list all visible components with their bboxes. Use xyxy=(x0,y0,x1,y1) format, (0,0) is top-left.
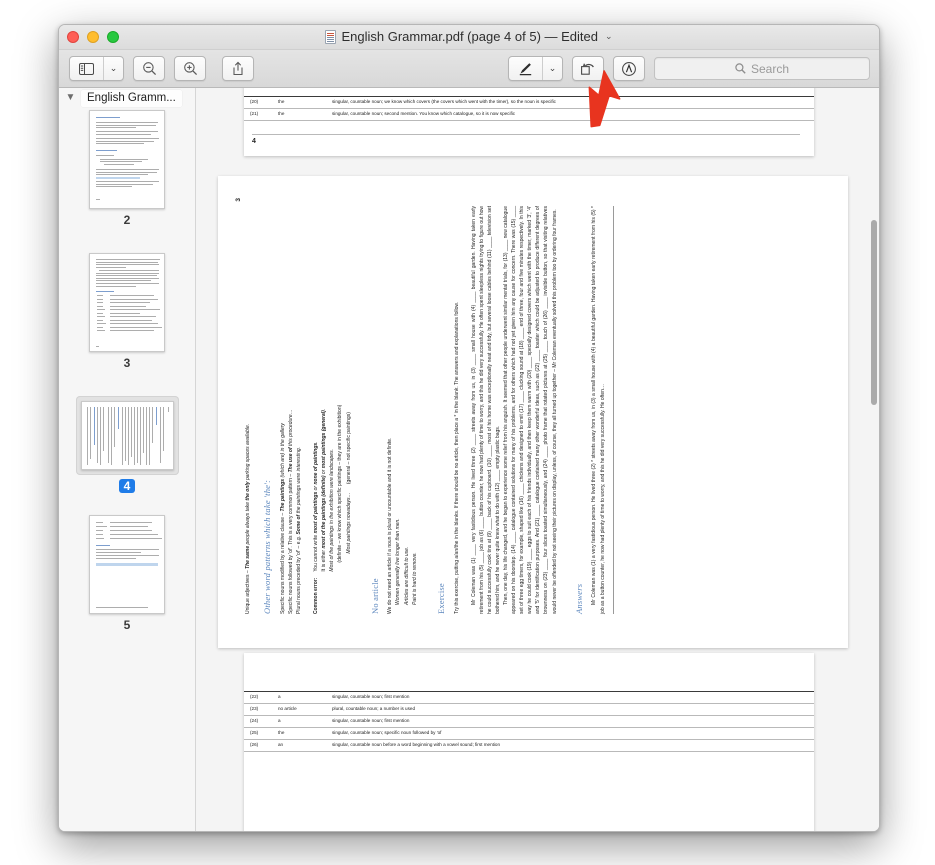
thumbnail-sidebar[interactable]: 2 3 4 5 ▼ English Gramm... xyxy=(59,88,196,831)
footer-rule xyxy=(252,134,800,135)
divider xyxy=(612,206,614,614)
sidebar-group-header[interactable]: ▼ English Gramm... xyxy=(59,88,195,108)
common-error-line: Most of the paintings in the exhibition … xyxy=(329,449,336,572)
markup-pen-icon[interactable] xyxy=(509,57,542,80)
thumbnail-page-3[interactable] xyxy=(89,253,165,352)
common-error-line: (definite – we know which specific paint… xyxy=(337,404,344,563)
window-titlebar[interactable]: English Grammar.pdf (page 4 of 5) — Edit… xyxy=(59,25,879,50)
window-title-text: English Grammar.pdf (page 4 of 5) — Edit… xyxy=(341,29,598,44)
common-error-line: It is either most of the paintings (defi… xyxy=(321,408,328,572)
chevron-down-icon: ⌄ xyxy=(109,63,118,73)
section-heading-other-patterns: Other word patterns which take 'the': xyxy=(262,479,273,614)
zoom-in-button[interactable] xyxy=(174,56,206,81)
scrollbar-thumb[interactable] xyxy=(870,220,877,405)
markup-tool-group[interactable]: ⌄ xyxy=(508,56,563,81)
share-button[interactable] xyxy=(222,56,254,81)
toolbar-right-group: ⌄ Search xyxy=(508,56,870,81)
section-heading-exercise: Exercise xyxy=(435,583,446,614)
search-icon xyxy=(735,63,746,74)
common-error-line: Most paintings nowadays… (general – not … xyxy=(345,412,352,554)
zoom-out-icon xyxy=(142,62,156,76)
other-pattern-line: Specific nouns modified by a relative cl… xyxy=(279,423,286,614)
exercise-intro: Try this exercise, putting a/an/the in t… xyxy=(453,301,460,614)
table-row: (20) the singular, countable noun; we kn… xyxy=(244,97,814,110)
no-article-line: We do not need an article if a noun is p… xyxy=(387,437,394,614)
markup-dropdown[interactable]: ⌄ xyxy=(542,57,562,80)
common-error-block: Common error: You cannot write most of p… xyxy=(312,206,352,614)
answers-paragraph: Mr Coleman was (1) a very fastidious per… xyxy=(591,204,606,614)
other-pattern-line: Plural nouns preceded by 'of' – e.g. Som… xyxy=(296,446,303,614)
rotated-page-content: 3 Unique adjectives – The same people al… xyxy=(218,176,848,648)
screenshot-root: English Grammar.pdf (page 4 of 5) — Edit… xyxy=(0,0,935,865)
unique-adjectives-line: Unique adjectives – The same people alwa… xyxy=(245,423,251,614)
sidebar-toggle-dropdown[interactable]: ⌄ xyxy=(103,57,123,80)
table-row: (23) no article plural, countable noun; … xyxy=(244,704,814,717)
sidebar-group-label: English Gramm... xyxy=(81,89,182,107)
thumbnail-label-selected: 4 xyxy=(118,479,136,493)
thumbnail-page-5[interactable] xyxy=(89,515,165,614)
no-article-line: Articles are difficult to use. xyxy=(403,546,410,605)
vertical-scrollbar[interactable] xyxy=(869,90,878,831)
chevron-down-icon: ⌄ xyxy=(548,63,557,73)
document-page-current: 3 Unique adjectives – The same people al… xyxy=(218,176,848,648)
section-heading-no-article: No article xyxy=(369,578,380,614)
table-row: (24) a singular, countable noun; first m… xyxy=(244,716,814,729)
document-page-below: (22) a singular, countable noun; first m… xyxy=(244,653,814,831)
search-input[interactable]: Search xyxy=(654,57,870,80)
page-folio: 3 xyxy=(235,198,242,202)
toolbar: ⌄ ⌄ Search xyxy=(59,50,879,88)
chevron-down-triangle-icon[interactable]: ▼ xyxy=(65,93,76,103)
rotate-left-button[interactable] xyxy=(572,56,604,81)
window-title: English Grammar.pdf (page 4 of 5) — Edit… xyxy=(59,29,879,44)
preview-window: English Grammar.pdf (page 4 of 5) — Edit… xyxy=(58,24,880,832)
thumbnail-label: 2 xyxy=(123,213,131,227)
highlight-annotate-icon xyxy=(622,61,636,76)
sidebar-toggle-group[interactable]: ⌄ xyxy=(69,56,124,81)
thumbnail-label: 5 xyxy=(123,618,131,632)
table-row: (26) an singular, countable noun before … xyxy=(244,740,814,753)
table-row: (21) the singular, countable noun; secon… xyxy=(244,109,814,122)
annotate-button[interactable] xyxy=(613,56,645,81)
thumbnail-selection-frame xyxy=(75,396,179,475)
window-body: 2 3 4 5 ▼ English Gramm... (20) the sing… xyxy=(59,88,879,831)
thumbnail-item[interactable]: 5 xyxy=(59,515,195,632)
no-article-line: Women generally live longer than men. xyxy=(395,518,402,605)
other-pattern-line: Specific nouns followed by 'of'. This is… xyxy=(287,409,294,614)
thumbnail-item[interactable]: 4 xyxy=(59,396,195,493)
thumbnail-list[interactable]: 2 3 4 5 xyxy=(59,88,195,831)
page-folio: 4 xyxy=(252,138,256,145)
sidebar-panel-icon[interactable] xyxy=(70,57,103,80)
no-article-line: Paint is hard to remove. xyxy=(411,552,418,605)
share-icon xyxy=(233,61,243,76)
thumbnail-page-2[interactable] xyxy=(89,110,165,209)
thumbnail-label: 3 xyxy=(123,356,131,370)
exercise-paragraph: Then, one day, his life changed, and he … xyxy=(502,204,558,614)
table-row: (25) the singular, countable noun; speci… xyxy=(244,728,814,741)
exercise-paragraph: Mr Coleman was (1) ____ very fastidious … xyxy=(470,204,501,614)
search-placeholder: Search xyxy=(750,61,790,76)
thumbnail-page-4[interactable] xyxy=(80,401,174,470)
zoom-out-button[interactable] xyxy=(133,56,165,81)
document-canvas[interactable]: (20) the singular, countable noun; we kn… xyxy=(196,88,879,831)
rotate-left-icon xyxy=(581,63,594,75)
pdf-document-icon xyxy=(325,29,337,44)
thumbnail-item[interactable]: 2 xyxy=(59,110,195,227)
common-error-line: You cannot write most of paintings or no… xyxy=(313,441,320,572)
zoom-in-icon xyxy=(183,62,197,76)
table-row: (22) a singular, countable noun; first m… xyxy=(244,692,814,705)
chevron-down-icon[interactable]: ⌄ xyxy=(605,31,613,42)
toolbar-left-group: ⌄ xyxy=(69,56,254,81)
thumbnail-item[interactable]: 3 xyxy=(59,253,195,370)
document-page-above: (20) the singular, countable noun; we kn… xyxy=(244,88,814,156)
common-error-label: Common error: xyxy=(313,577,320,614)
section-heading-answers: Answers xyxy=(573,583,584,614)
